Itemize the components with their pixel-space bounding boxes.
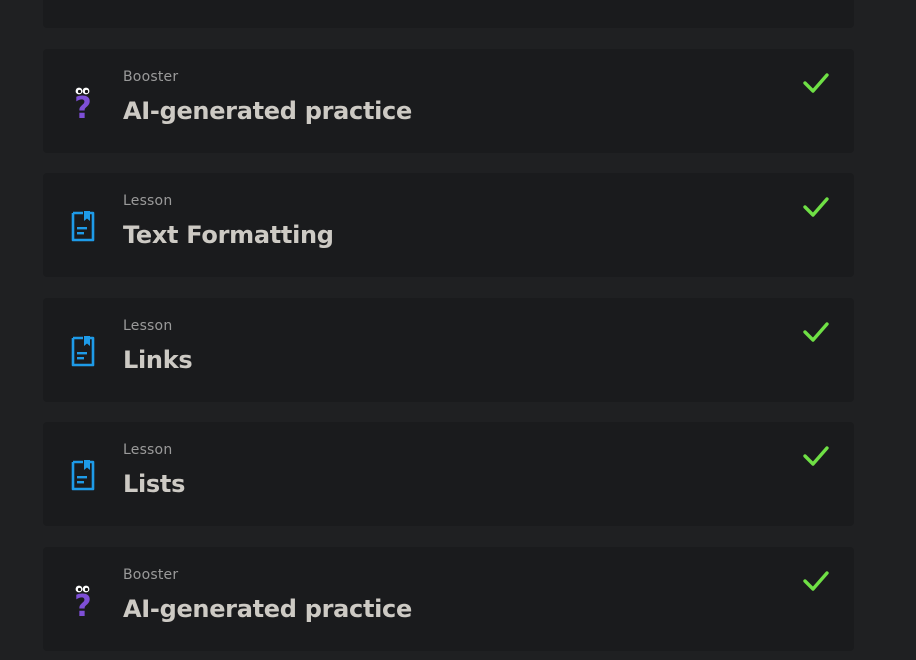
checkmark-icon <box>803 197 829 217</box>
lesson-document-icon <box>67 333 99 369</box>
item-kind-label: Lesson <box>123 193 173 209</box>
checkmark-icon <box>803 73 829 93</box>
lesson-document-icon <box>67 208 99 244</box>
partial-card-above[interactable] <box>43 0 854 28</box>
svg-text:?: ? <box>74 91 91 120</box>
course-item-booster[interactable]: ? Booster AI-generated practice <box>43 547 854 651</box>
course-item-lesson[interactable]: Lesson Links <box>43 298 854 402</box>
item-title: AI-generated practice <box>123 97 412 125</box>
item-kind-label: Booster <box>123 69 179 85</box>
item-title: Links <box>123 346 193 374</box>
checkmark-icon <box>803 446 829 466</box>
lesson-document-icon <box>67 457 99 493</box>
item-kind-label: Lesson <box>123 318 173 334</box>
question-mark-booster-icon: ? <box>67 582 99 618</box>
item-title: Text Formatting <box>123 221 334 249</box>
course-item-lesson[interactable]: Lesson Lists <box>43 422 854 526</box>
item-title: Lists <box>123 470 186 498</box>
course-item-booster[interactable]: ? Booster AI-generated practice <box>43 49 854 153</box>
item-kind-label: Lesson <box>123 442 173 458</box>
course-item-lesson[interactable]: Lesson Text Formatting <box>43 173 854 277</box>
question-mark-booster-icon: ? <box>67 84 99 120</box>
checkmark-icon <box>803 322 829 342</box>
item-title: AI-generated practice <box>123 595 412 623</box>
svg-text:?: ? <box>74 589 91 618</box>
checkmark-icon <box>803 571 829 591</box>
item-kind-label: Booster <box>123 567 179 583</box>
